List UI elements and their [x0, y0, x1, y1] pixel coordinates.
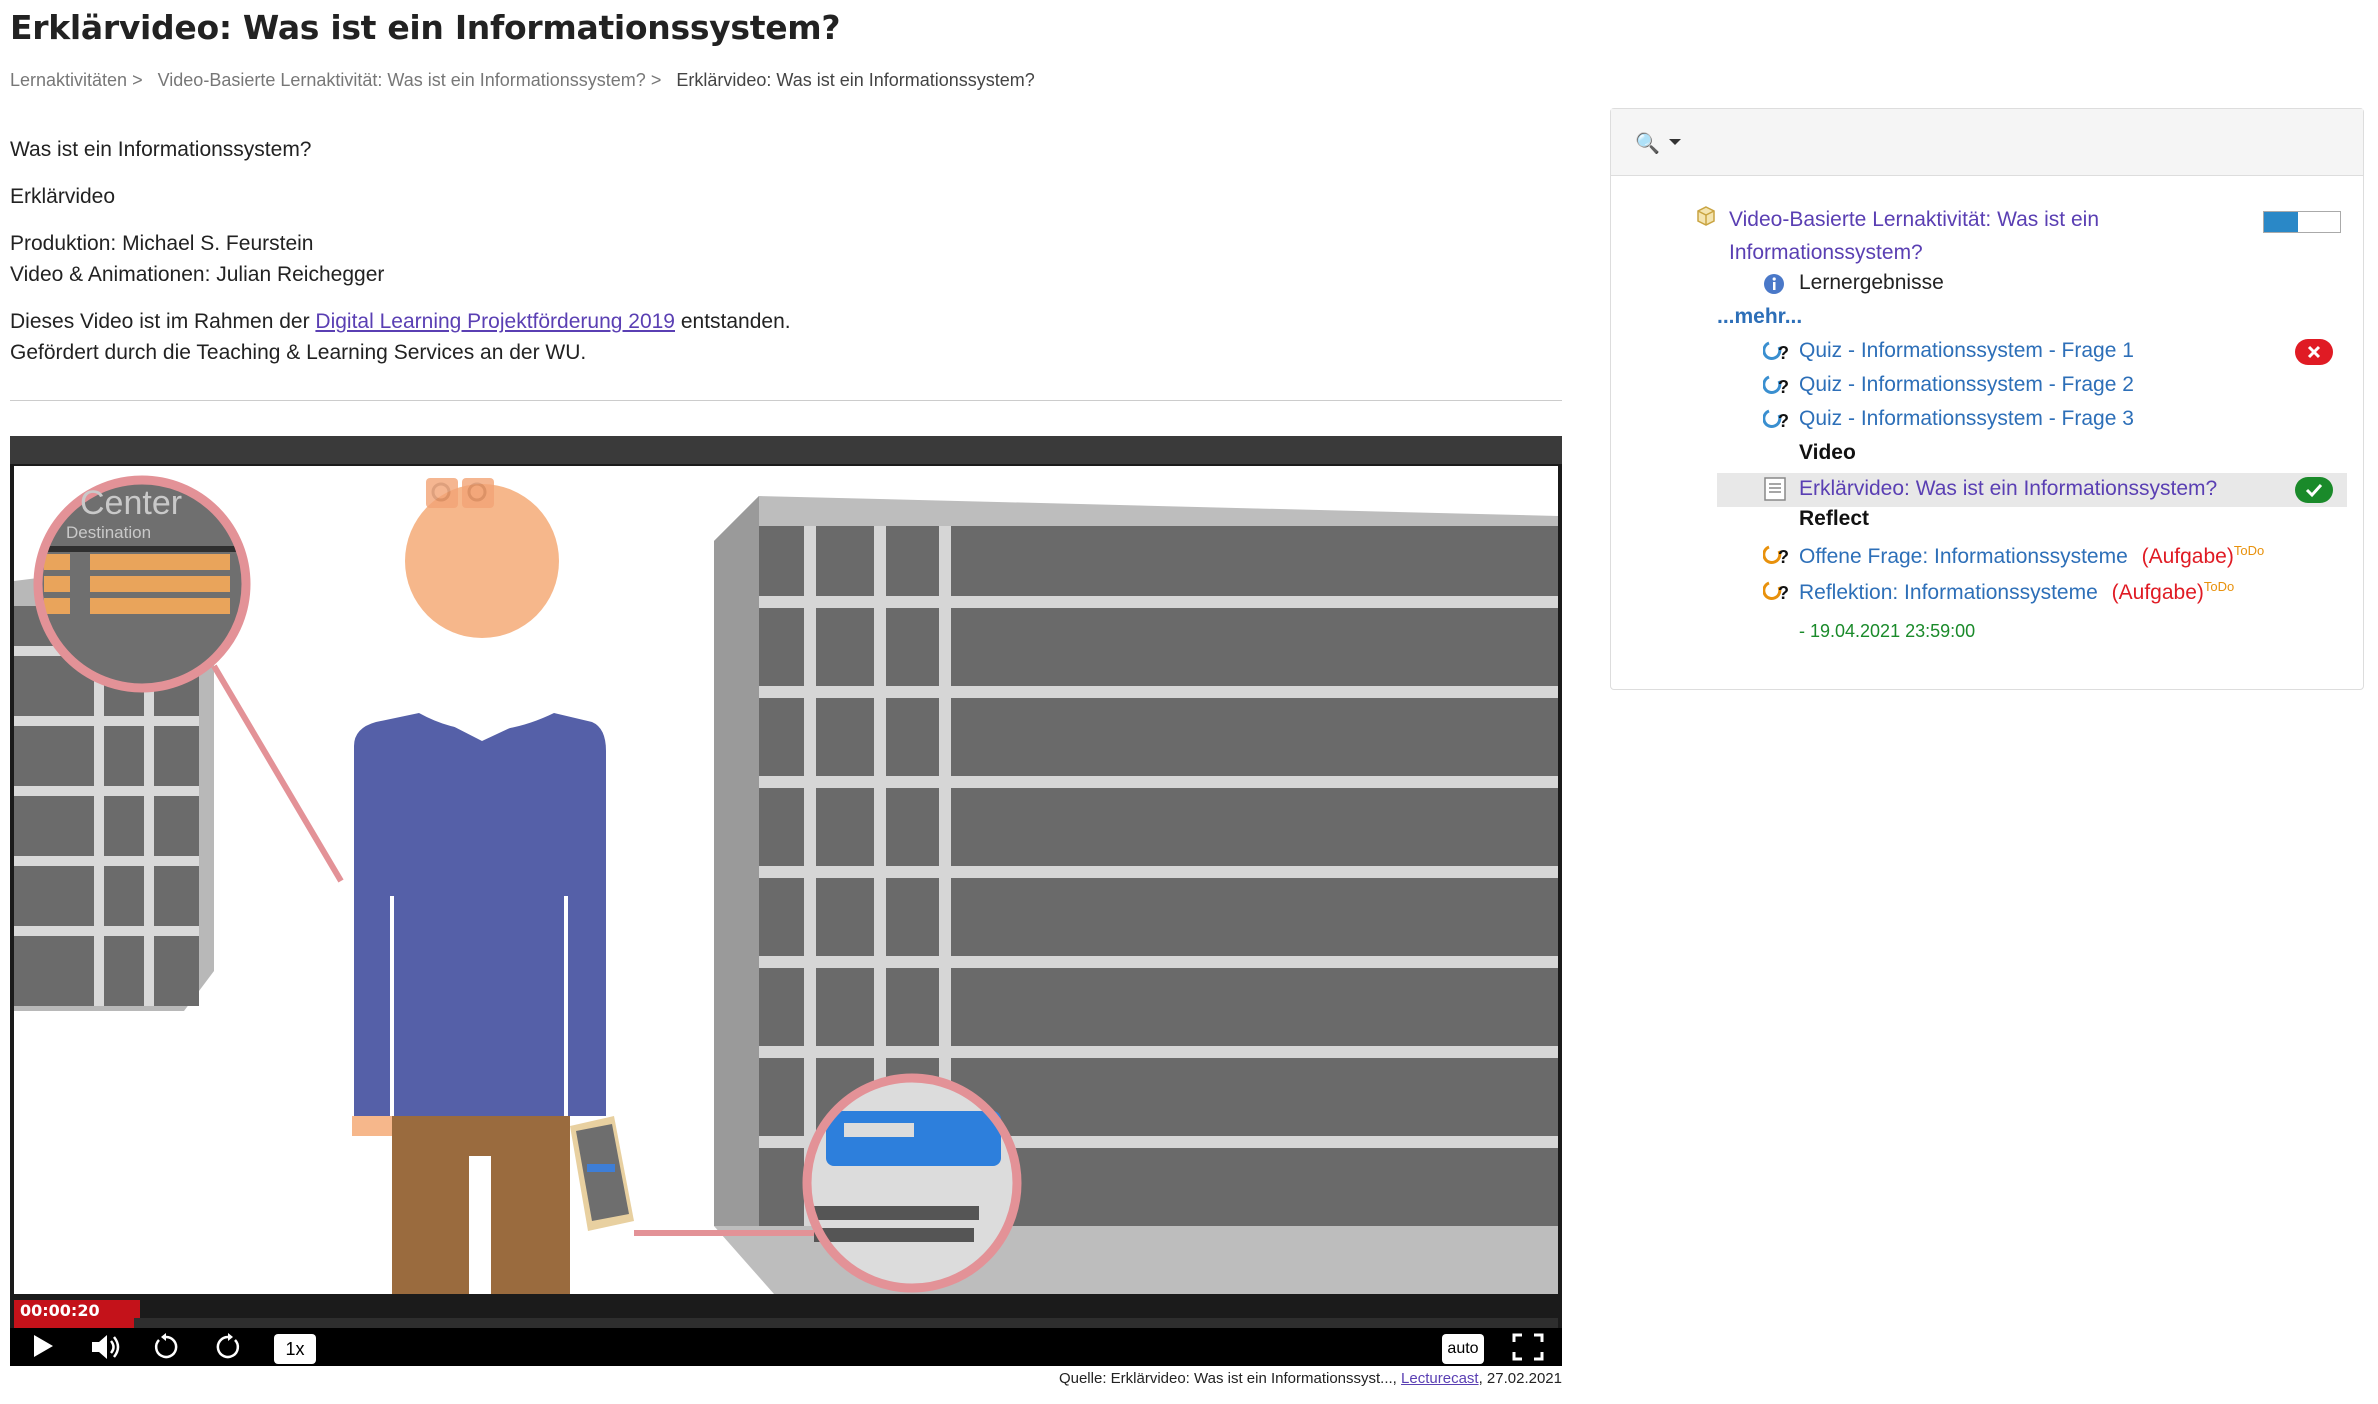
- assignment-icon: ?: [1762, 579, 1793, 609]
- video-player[interactable]: Center Destination 00:00:20 1x auto: [10, 436, 1562, 1366]
- source-date: , 27.02.2021: [1478, 1370, 1562, 1387]
- funding-note: Dieses Video ist im Rahmen der Digital L…: [10, 306, 1562, 368]
- video-source: Quelle: Erklärvideo: Was ist ein Informa…: [10, 1370, 1562, 1387]
- credit-animation: Video & Animationen: Julian Reichegger: [10, 263, 385, 286]
- svg-text:?: ?: [1778, 411, 1789, 431]
- breadcrumb-item-lernaktivitaet[interactable]: Video-Basierte Lernaktivität: Was ist ei…: [158, 70, 662, 90]
- forward-30-icon[interactable]: [212, 1332, 244, 1364]
- activity-panel: 🔍 Video-Basierte Lernaktivität: Was ist …: [1610, 108, 2364, 690]
- cube-icon: [1695, 205, 1717, 227]
- search-icon[interactable]: 🔍: [1635, 131, 1660, 156]
- credit-production: Produktion: Michael S. Feurstein: [10, 232, 314, 255]
- quiz-link[interactable]: Quiz - Informationssystem - Frage 2: [1799, 373, 2134, 397]
- aufgabe-tag: (Aufgabe): [2111, 581, 2204, 604]
- video-scene: Center Destination: [14, 475, 1558, 1294]
- fail-badge: [2295, 339, 2333, 365]
- description: Was ist ein Informationssystem? Erklärvi…: [10, 134, 1562, 384]
- svg-text:?: ?: [1778, 377, 1789, 397]
- quiz-link[interactable]: Quiz - Informationssystem - Frage 3: [1799, 407, 2134, 431]
- reflect-item-label[interactable]: Reflektion: Informationssysteme: [1799, 581, 2098, 604]
- tree-root-title[interactable]: Video-Basierte Lernaktivität: Was ist ei…: [1729, 208, 2099, 231]
- tree-root-link[interactable]: Video-Basierte Lernaktivität: Was ist ei…: [1729, 203, 2099, 269]
- todo-tag: ToDo: [2233, 543, 2265, 558]
- section-video-label: Video: [1799, 441, 1856, 464]
- reflect-item[interactable]: Offene Frage: Informationssysteme (Aufga…: [1799, 543, 2264, 569]
- video-frame[interactable]: Center Destination: [14, 466, 1558, 1294]
- aufgabe-tag: (Aufgabe): [2141, 545, 2234, 568]
- tree-item-video[interactable]: Erklärvideo: Was ist ein Informationssys…: [1611, 473, 2363, 507]
- svg-text:?: ?: [1778, 583, 1789, 603]
- quiz-icon: ?: [1762, 373, 1793, 403]
- breadcrumb-item-lernaktivitaeten[interactable]: Lernaktivitäten >: [10, 70, 143, 90]
- divider: [10, 400, 1562, 401]
- assignment-icon: ?: [1762, 543, 1793, 573]
- quality-button[interactable]: auto: [1442, 1334, 1484, 1364]
- svg-text:?: ?: [1778, 547, 1789, 567]
- chevron-down-icon[interactable]: [1669, 139, 1681, 145]
- quiz-icon: ?: [1762, 339, 1793, 369]
- breadcrumb-current: Erklärvideo: Was ist ein Informationssys…: [676, 70, 1035, 90]
- deadline: - 19.04.2021 23:59:00: [1799, 621, 1976, 641]
- page-title: Erklärvideo: Was ist ein Informationssys…: [10, 8, 841, 47]
- control-bar: 1x auto: [10, 1328, 1562, 1366]
- progress-fill: [14, 1318, 135, 1328]
- reflect-item[interactable]: Reflektion: Informationssysteme (Aufgabe…: [1799, 579, 2234, 605]
- breadcrumb: Lernaktivitäten > Video-Basierte Lernakt…: [10, 70, 1045, 91]
- todo-tag: ToDo: [2203, 579, 2235, 594]
- speed-button[interactable]: 1x: [274, 1334, 316, 1364]
- info-icon: [1763, 273, 1785, 301]
- document-icon: [1763, 477, 1787, 507]
- credits: Produktion: Michael S. Feurstein Video & …: [10, 228, 1562, 290]
- reflect-item-label[interactable]: Offene Frage: Informationssysteme: [1799, 545, 2128, 568]
- scene-destination-text: Destination: [66, 523, 151, 542]
- rewind-10-icon[interactable]: [150, 1332, 182, 1364]
- volume-icon[interactable]: [88, 1332, 124, 1364]
- quiz-icon: ?: [1762, 407, 1793, 437]
- description-line: Was ist ein Informationssystem?: [10, 138, 312, 161]
- progress-bar[interactable]: [14, 1318, 1558, 1328]
- funding-text-end: entstanden.: [680, 310, 791, 333]
- player-top-bar: [10, 436, 1562, 464]
- progress-indicator: [2263, 211, 2341, 233]
- fullscreen-icon[interactable]: [1510, 1332, 1546, 1364]
- svg-text:?: ?: [1778, 343, 1789, 363]
- video-controls: 00:00:20 1x auto: [10, 1276, 1562, 1366]
- tree-root-title-2[interactable]: Informationssystem?: [1729, 241, 1923, 264]
- scene-center-text: Center: [80, 484, 182, 522]
- quiz-link[interactable]: Quiz - Informationssystem - Frage 1: [1799, 339, 2134, 363]
- success-badge: [2295, 477, 2333, 503]
- person-figure: [352, 484, 634, 1294]
- funding-sponsor: Gefördert durch die Teaching & Learning …: [10, 341, 587, 364]
- play-icon[interactable]: [26, 1332, 58, 1364]
- source-prefix: Quelle: Erklärvideo: Was ist ein Informa…: [1058, 1370, 1397, 1387]
- progress-indicator-fill: [2264, 212, 2298, 232]
- funding-link[interactable]: Digital Learning Projektförderung 2019: [315, 310, 675, 333]
- lernergebnisse-label[interactable]: Lernergebnisse: [1799, 271, 1944, 295]
- funding-text: Dieses Video ist im Rahmen der: [10, 310, 310, 333]
- more-link[interactable]: ...mehr...: [1717, 305, 1802, 329]
- section-reflect-label: Reflect: [1799, 507, 1870, 530]
- video-item-link[interactable]: Erklärvideo: Was ist ein Informationssys…: [1799, 477, 2217, 501]
- source-link[interactable]: Lecturecast: [1401, 1370, 1479, 1387]
- panel-header: 🔍: [1611, 109, 2363, 176]
- description-line: Erklärvideo: [10, 185, 116, 208]
